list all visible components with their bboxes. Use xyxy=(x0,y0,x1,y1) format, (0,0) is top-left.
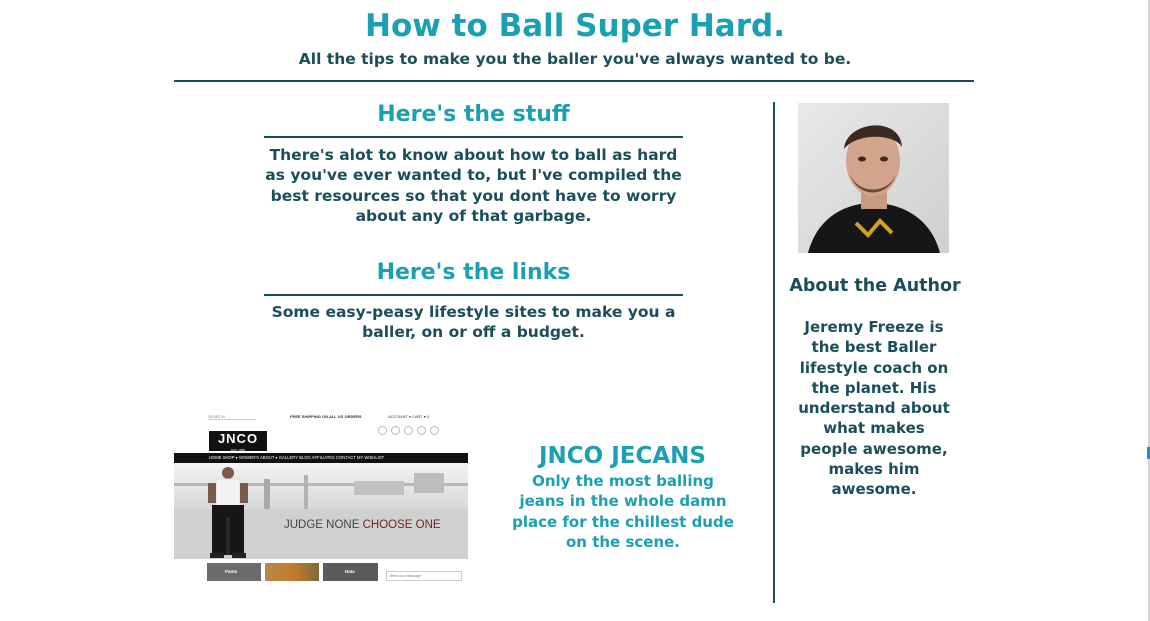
author-portrait xyxy=(798,103,949,253)
hero-tagline-part-2: CHOOSE ONE xyxy=(362,519,441,531)
link-description: Only the most balling jeans in the whole… xyxy=(512,472,734,551)
sidebar-divider xyxy=(773,102,775,603)
screenshot-topbar: SEARCH FREE SHIPPING ON ALL US ORDERS AC… xyxy=(174,405,468,425)
screenshot-account-cart: ACCOUNT ▾ CART ▾ 0 xyxy=(388,414,430,419)
screenshot-thumb-hats: Hats xyxy=(323,563,378,581)
thumb-label: Hats xyxy=(345,569,355,574)
link-title[interactable]: JNCO JECANS xyxy=(505,443,740,469)
social-icon xyxy=(430,426,439,435)
screenshot-shipping-text: FREE SHIPPING ON ALL US ORDERS xyxy=(290,414,362,419)
page-subtitle: All the tips to make you the baller you'… xyxy=(298,50,852,68)
social-icon xyxy=(391,426,400,435)
screenshot-chat-box: Send us a message xyxy=(386,571,462,581)
social-icon xyxy=(417,426,426,435)
screenshot-nav-links: HOME SHOP ▾ WOMEN'S ABOUT ▾ GALLERY BLOG… xyxy=(209,455,385,460)
screenshot-navbar: HOME SHOP ▾ WOMEN'S ABOUT ▾ GALLERY BLOG… xyxy=(174,453,468,463)
hero-tagline: JUDGE NONE CHOOSE ONE xyxy=(284,519,441,531)
screenshot-thumb-food xyxy=(265,563,319,581)
screenshot-logo-sub: EST. 1985 xyxy=(231,448,245,452)
about-author-heading: About the Author xyxy=(789,276,961,296)
thumb-label: Pants xyxy=(225,569,238,574)
header-divider xyxy=(174,80,974,82)
screenshot-search-underline xyxy=(208,419,256,420)
jnco-site-screenshot-link[interactable]: SEARCH FREE SHIPPING ON ALL US ORDERS AC… xyxy=(174,405,468,581)
section-body-links: Some easy-peasy lifestyle sites to make … xyxy=(271,303,676,342)
hero-person-figure xyxy=(208,467,248,558)
section-body-stuff: There's alot to know about how to ball a… xyxy=(265,146,682,225)
screenshot-hero-banner: JUDGE NONE CHOOSE ONE xyxy=(174,463,468,559)
author-photo xyxy=(798,103,949,253)
section-heading-links: Here's the links xyxy=(376,260,571,285)
section-heading-stuff: Here's the stuff xyxy=(377,102,570,127)
hero-tagline-part-1: JUDGE NONE xyxy=(284,519,360,531)
author-bio: Jeremy Freeze is the best Baller lifesty… xyxy=(798,318,950,499)
page-title: How to Ball Super Hard. xyxy=(365,8,785,44)
social-icon xyxy=(378,426,387,435)
screenshot-thumb-pants: Pants xyxy=(207,563,261,581)
section-divider xyxy=(264,294,683,296)
social-icon xyxy=(404,426,413,435)
section-divider xyxy=(264,136,683,138)
